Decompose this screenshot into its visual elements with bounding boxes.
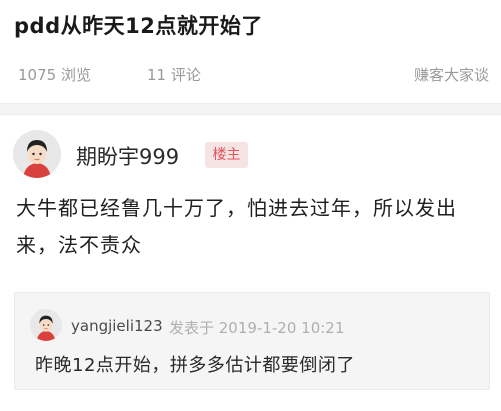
reply-avatar-icon[interactable] [30,309,62,341]
author-avatar-icon[interactable] [13,130,61,178]
op-badge: 楼主 [205,142,248,168]
post-body: 大牛都已经鲁几十万了，怕进去过年，所以发出来，法不责众 [16,196,457,257]
quoted-reply: yangjieli123 发表于 2019-1-20 10:21 昨晚12点开始… [14,292,490,390]
reply-text: 昨晚12点开始，拼多多估计都要倒闭了 [35,355,355,376]
reply-timestamp: 发表于 2019-1-20 10:21 [169,319,345,337]
author-name[interactable]: 期盼宇999 [76,141,179,171]
section-divider [0,103,501,115]
post-meta-row: 1075 浏览 11 评论 赚客大家谈 [0,62,501,86]
comment-count[interactable]: 11 评论 [147,64,201,85]
reply-username[interactable]: yangjieli123 [71,317,163,335]
post-title: pdd从昨天12点就开始了 [14,14,263,38]
forum-link[interactable]: 赚客大家谈 [414,64,489,85]
view-count: 1075 浏览 [18,66,91,84]
